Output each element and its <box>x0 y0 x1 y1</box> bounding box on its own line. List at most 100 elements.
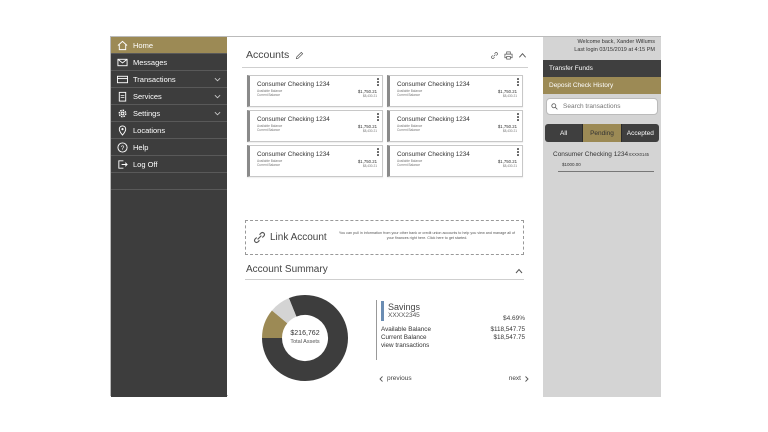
transaction-account-number: XXXX0145 <box>628 152 650 157</box>
question-icon: ? <box>117 141 128 153</box>
savings-current-amount: $18,547.75 <box>493 334 525 341</box>
account-name: Consumer Checking 1234 <box>397 116 470 123</box>
summary-divider <box>245 279 524 280</box>
chevron-left-icon <box>379 375 383 382</box>
clipboard-icon <box>117 91 128 102</box>
chevron-up-icon[interactable] <box>515 267 523 275</box>
svg-text:?: ? <box>121 144 125 151</box>
sidebar-item-label: Help <box>133 142 149 152</box>
link-account-description[interactable]: You can pull in information from your ot… <box>336 231 518 240</box>
account-card[interactable]: Consumer Checking 1234 Available Balance… <box>387 145 523 177</box>
current-balance-label: Current Balance <box>397 128 421 132</box>
sidebar-item-label: Messages <box>133 57 168 67</box>
sidebar-item-settings[interactable]: Settings <box>111 105 227 122</box>
sidebar-item-label: Home <box>133 40 154 50</box>
savings-title: Savings <box>388 302 421 312</box>
accounts-header: Accounts <box>246 49 304 61</box>
next-button[interactable]: next <box>509 375 529 382</box>
link-account-title: Link Account <box>270 232 327 243</box>
sidebar-item-home[interactable]: Home <box>111 37 227 54</box>
account-card[interactable]: Consumer Checking 1234 Available Balance… <box>387 110 523 142</box>
sidebar-item-label: Locations <box>133 125 166 135</box>
account-card[interactable]: Consumer Checking 1234 Available Balance… <box>247 110 383 142</box>
accounts-title: Accounts <box>246 49 290 61</box>
transaction-status-tabs: All Pending Accepted <box>545 124 659 142</box>
search-input[interactable] <box>563 103 655 110</box>
sidebar-item-label: Transactions <box>133 74 176 84</box>
sidebar-empty-row <box>111 173 227 190</box>
sidebar-item-services[interactable]: Services <box>111 88 227 105</box>
sidebar-item-log-off[interactable]: Log Off <box>111 156 227 173</box>
current-balance-label: Current Balance <box>257 93 281 97</box>
current-balance-label: Current Balance <box>397 93 421 97</box>
current-balance: $8,430.21 <box>362 94 377 98</box>
account-name: Consumer Checking 1234 <box>257 151 330 158</box>
account-card[interactable]: Consumer Checking 1234 Available Balance… <box>247 145 383 177</box>
sidebar-item-label: Log Off <box>133 159 158 169</box>
chevron-right-icon <box>525 375 529 382</box>
chain-link-icon <box>253 231 266 244</box>
sidebar-item-messages[interactable]: Messages <box>111 54 227 71</box>
account-name: Consumer Checking 1234 <box>257 116 330 123</box>
deposit-check-history-button[interactable]: Deposit Check History <box>543 77 661 94</box>
account-card[interactable]: Consumer Checking 1234 Available Balance… <box>387 75 523 107</box>
link-account-panel[interactable]: Link Account You can pull in information… <box>245 220 524 255</box>
sidebar-item-label: Services <box>133 91 162 101</box>
account-name: Consumer Checking 1234 <box>257 81 330 88</box>
chevron-up-icon[interactable] <box>518 51 527 60</box>
tab-all[interactable]: All <box>545 124 584 142</box>
link-icon[interactable] <box>490 51 499 60</box>
current-balance: $8,430.21 <box>502 129 517 133</box>
banking-app: Home Messages Transactions Services Sett… <box>110 36 661 397</box>
account-name: Consumer Checking 1234 <box>397 81 470 88</box>
kebab-menu-icon[interactable] <box>377 113 379 121</box>
sidebar-item-help[interactable]: ? Help <box>111 139 227 156</box>
view-transactions-link[interactable]: view transactions <box>381 342 429 349</box>
total-assets-label: Total Assets <box>290 339 320 345</box>
kebab-menu-icon[interactable] <box>517 113 519 121</box>
account-card[interactable]: Consumer Checking 1234 Available Balance… <box>247 75 383 107</box>
savings-current-label: Current Balance <box>381 334 427 341</box>
savings-account-number: XXXX2345 <box>388 312 420 319</box>
current-balance: $8,430.21 <box>362 129 377 133</box>
location-pin-icon <box>117 125 128 136</box>
search-icon <box>551 103 558 110</box>
assets-donut-chart <box>262 295 348 381</box>
transaction-divider <box>558 171 654 172</box>
sidebar-item-transactions[interactable]: Transactions <box>111 71 227 88</box>
transfer-funds-button[interactable]: Transfer Funds <box>543 60 661 77</box>
accounts-toolbar <box>490 51 527 60</box>
chevron-down-icon[interactable] <box>214 93 221 100</box>
summary-vertical-divider <box>376 300 377 360</box>
account-name: Consumer Checking 1234 <box>397 151 470 158</box>
chevron-down-icon[interactable] <box>214 110 221 117</box>
chevron-down-icon[interactable] <box>214 76 221 83</box>
savings-rate: $4.69% <box>502 315 525 322</box>
kebab-menu-icon[interactable] <box>377 78 379 86</box>
edit-pencil-icon[interactable] <box>295 51 304 60</box>
current-balance: $8,430.21 <box>362 164 377 168</box>
current-balance-label: Current Balance <box>397 163 421 167</box>
current-balance: $8,430.21 <box>502 164 517 168</box>
home-icon <box>117 40 128 51</box>
tab-pending[interactable]: Pending <box>583 124 622 142</box>
print-icon[interactable] <box>504 51 513 60</box>
kebab-menu-icon[interactable] <box>517 78 519 86</box>
welcome-message: Welcome back, Xander Willums <box>577 39 655 45</box>
account-summary-title: Account Summary <box>246 264 328 275</box>
previous-button[interactable]: previous <box>379 375 412 382</box>
savings-accent-bar <box>381 301 384 321</box>
right-panel: Welcome back, Xander Willums Last login … <box>543 37 661 397</box>
kebab-menu-icon[interactable] <box>517 148 519 156</box>
current-balance-label: Current Balance <box>257 163 281 167</box>
tab-accepted[interactable]: Accepted <box>621 124 659 142</box>
sidebar: Home Messages Transactions Services Sett… <box>111 37 227 397</box>
transaction-account-name[interactable]: Consumer Checking 1234 <box>553 151 628 158</box>
next-label: next <box>508 375 521 382</box>
sidebar-item-locations[interactable]: Locations <box>111 122 227 139</box>
main-content: Accounts Consumer Checking 1234 Availabl… <box>228 37 543 397</box>
current-balance-label: Current Balance <box>257 128 281 132</box>
search-box[interactable] <box>546 98 658 115</box>
total-assets-value: $216,762 <box>290 330 320 337</box>
kebab-menu-icon[interactable] <box>377 148 379 156</box>
